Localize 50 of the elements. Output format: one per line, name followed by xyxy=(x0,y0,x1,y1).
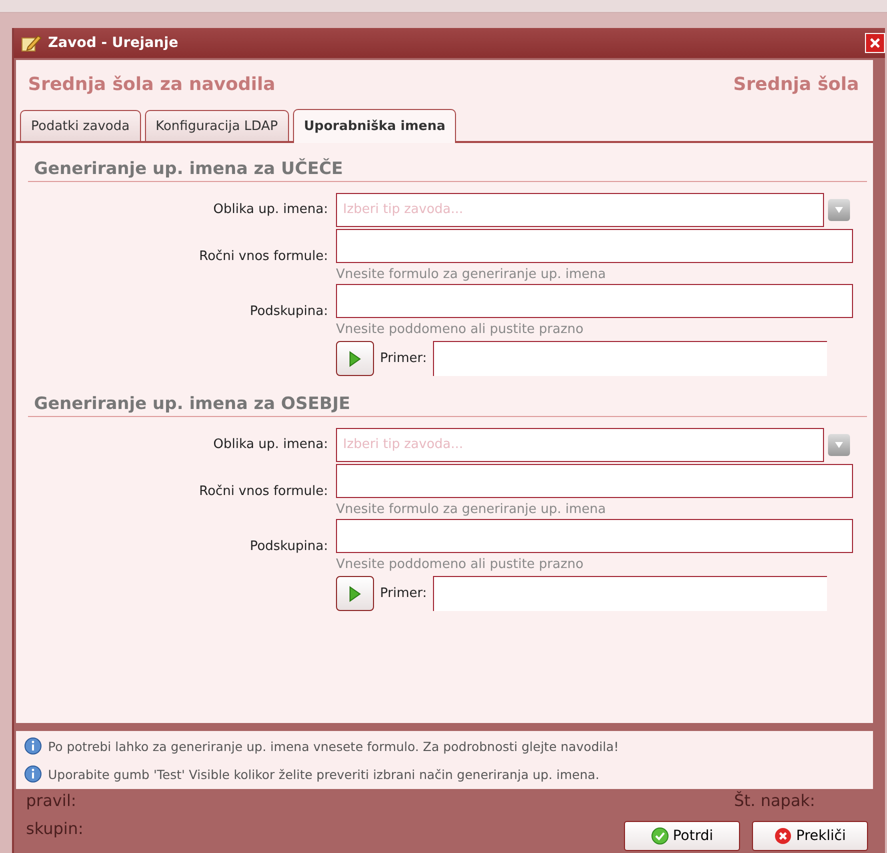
info-text: Po potrebi lahko za generiranje up. imena vnesete formulo. Za podrobnosti glejte navodila! xyxy=(48,738,619,754)
window-title: Zavod - Urejanje xyxy=(48,35,178,51)
field-hint: Vnesite poddomeno ali pustite prazno xyxy=(336,322,584,337)
dropdown-button[interactable] xyxy=(828,198,850,220)
background-label: skupin: xyxy=(26,819,84,838)
info-text: Uporabite gumb 'Test' Visible kolikor želite preveriti izbrani način generiranja up. imena. xyxy=(48,766,600,782)
field-label: Ročni vnos formule: xyxy=(198,249,328,264)
background-label: pravil: xyxy=(26,791,76,810)
run-button[interactable] xyxy=(336,341,374,376)
cancel-icon xyxy=(774,827,792,845)
play-icon xyxy=(349,350,361,366)
run-button[interactable] xyxy=(336,576,374,611)
example-field[interactable] xyxy=(432,576,827,611)
dropdown-icon xyxy=(834,440,844,448)
field-label: Oblika up. imena: xyxy=(212,202,328,217)
close-icon xyxy=(870,38,880,48)
cancel-button[interactable]: Prekliči xyxy=(752,821,868,851)
section-title: Generiranje up. imena za UČEČE xyxy=(28,157,867,182)
dropdown-icon xyxy=(834,206,844,214)
institution-title: Srednja šola za navodila xyxy=(28,74,276,95)
info-icon xyxy=(24,737,42,755)
pencil-icon xyxy=(20,33,42,53)
section-title: Generiranje up. imena za OSEBJE xyxy=(28,392,867,417)
dropdown-button[interactable] xyxy=(828,434,850,456)
field-label: Podskupina: xyxy=(248,304,328,319)
confirm-button[interactable]: Potrdi xyxy=(624,821,740,851)
tab[interactable]: Uporabniška imena xyxy=(292,109,456,143)
field-hint: Vnesite poddomeno ali pustite prazno xyxy=(336,557,584,572)
institution-type: Srednja šola xyxy=(733,74,859,95)
tab[interactable]: Podatki zavoda xyxy=(20,110,141,141)
select-field[interactable]: Izberi tip zavoda... xyxy=(336,428,824,462)
check-icon xyxy=(650,827,669,845)
field-label: Primer: xyxy=(380,586,427,601)
input-field[interactable] xyxy=(336,284,853,318)
select-field[interactable]: Izberi tip zavoda... xyxy=(336,192,824,226)
play-icon xyxy=(349,586,361,602)
field-label: Ročni vnos formule: xyxy=(198,484,328,499)
field-hint: Vnesite formulo za generiranje up. imena xyxy=(336,267,607,282)
field-label: Podskupina: xyxy=(248,539,328,554)
field-label: Oblika up. imena: xyxy=(212,437,328,452)
close-button[interactable] xyxy=(865,33,885,53)
example-field[interactable] xyxy=(432,341,827,376)
input-field[interactable] xyxy=(336,519,853,553)
field-hint: Vnesite formulo za generiranje up. imena xyxy=(336,502,607,517)
field-label: Primer: xyxy=(380,351,427,366)
input-field[interactable] xyxy=(336,464,853,498)
info-icon xyxy=(24,765,42,783)
background-label: Št. napak: xyxy=(734,791,816,810)
input-field[interactable] xyxy=(336,229,853,263)
tab[interactable]: Konfiguracija LDAP xyxy=(144,110,289,141)
